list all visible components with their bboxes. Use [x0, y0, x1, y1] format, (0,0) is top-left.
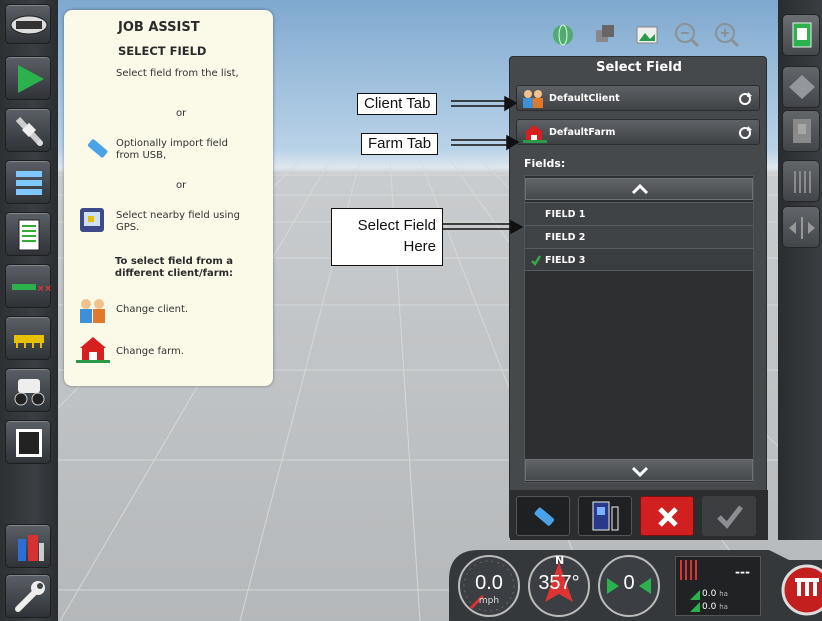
- area-1-value: 0.0: [702, 589, 717, 599]
- steer-gauge: 0: [595, 552, 663, 618]
- master-switch-icon: [781, 564, 822, 616]
- area-counter: --- 0.0 ha 0.0 ha: [675, 556, 761, 616]
- select-field-callout-line-2: Here: [403, 238, 436, 255]
- speed-value: 0.0: [475, 572, 503, 594]
- steer-value: 0: [623, 572, 635, 594]
- heading-value: 357°: [538, 572, 580, 594]
- area-2-value: 0.0: [702, 602, 717, 612]
- area-icon: [690, 590, 700, 600]
- speed-unit: mph: [478, 596, 500, 606]
- master-switch-button[interactable]: [777, 560, 822, 618]
- select-field-callout-line-1: Select Field: [357, 217, 436, 234]
- select-field-callout: Select Field Here: [331, 208, 443, 266]
- app-screen: ×× JOB ASSIST SELECT FIELD Select field …: [0, 0, 822, 621]
- heading-cardinal: N: [555, 554, 564, 567]
- farm-tab-callout: Farm Tab: [361, 133, 439, 155]
- boom-status-icon: [680, 560, 697, 580]
- speed-gauge: 0.0 mph: [455, 552, 523, 618]
- heading-gauge: N 357°: [525, 552, 593, 618]
- area-row-2: 0.0 ha: [702, 602, 728, 612]
- area-dash: ---: [735, 565, 750, 579]
- status-bar: 0.0 mph N 357° 0 --- 0.0 ha 0.0 ha: [449, 550, 822, 621]
- area-icon: [690, 602, 700, 612]
- client-tab-callout: Client Tab: [357, 93, 438, 115]
- area-1-unit: ha: [719, 590, 728, 598]
- area-row-1: 0.0 ha: [702, 589, 728, 599]
- area-2-unit: ha: [719, 603, 728, 611]
